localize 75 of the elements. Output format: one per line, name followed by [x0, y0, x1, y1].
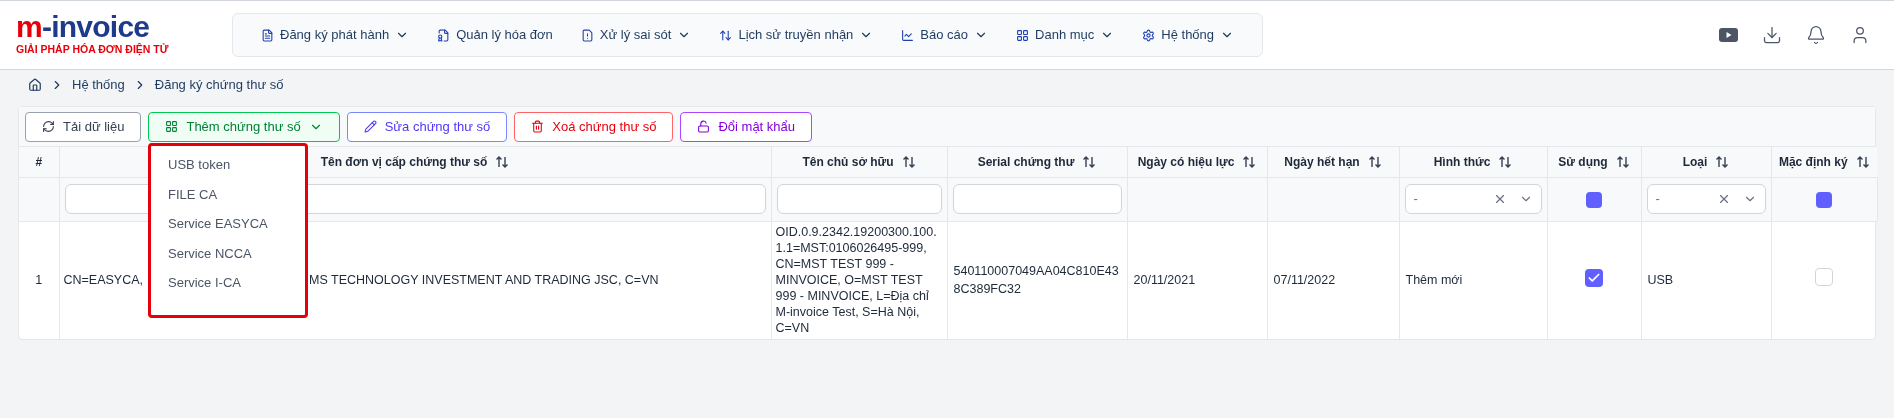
column-header[interactable]: Tên chủ sở hữu — [802, 153, 916, 171]
column-header[interactable]: Loại — [1682, 153, 1730, 171]
file-icon — [261, 28, 274, 42]
notification-icon[interactable] — [1806, 25, 1826, 45]
edit-certificate-button[interactable]: Sửa chứng thư số — [346, 111, 508, 142]
chart-icon — [901, 28, 915, 42]
menu-item[interactable]: Danh mục — [1004, 19, 1127, 51]
breadcrumb-item[interactable]: Đăng ký chứng thư số — [154, 75, 284, 95]
filter-dropdown[interactable]: - — [1646, 184, 1766, 214]
table-cell: 540110007049AA04C810E438C389FC32 — [953, 263, 1119, 297]
filter-checkbox[interactable] — [1816, 191, 1832, 208]
sort-icon[interactable] — [1242, 155, 1257, 169]
change-password-button[interactable]: Đổi mật khẩu — [680, 111, 813, 142]
column-header[interactable]: Sử dụng — [1558, 153, 1630, 171]
row-number: 1 — [35, 272, 43, 287]
filter-checkbox[interactable] — [1586, 191, 1602, 208]
settings-icon — [1142, 28, 1156, 42]
menu-item[interactable]: Đăng ký phát hành — [249, 19, 422, 51]
table-cell: 07/11/2022 — [1273, 272, 1336, 287]
menu-option[interactable]: FILE CA — [151, 179, 305, 209]
sort-icon[interactable] — [1082, 155, 1097, 169]
filter-field[interactable] — [776, 184, 942, 214]
logo-wordmark: m-invoice — [16, 12, 151, 43]
default-sign-checkbox[interactable] — [1815, 268, 1834, 287]
reload-button[interactable]: Tải dữ liệu — [25, 111, 142, 142]
sort-icon[interactable] — [1367, 155, 1382, 169]
menu-option[interactable]: Service EASYCA — [151, 209, 305, 239]
video-play-icon[interactable] — [1719, 28, 1738, 42]
download-icon[interactable] — [1762, 25, 1782, 45]
home-icon[interactable] — [28, 78, 42, 92]
sort-icon[interactable] — [1855, 155, 1870, 169]
logo-tagline: GIẢI PHÁP HÓA ĐƠN ĐIỆN TỬ — [16, 42, 170, 58]
in-use-checkbox[interactable] — [1585, 269, 1603, 288]
refresh-icon — [42, 120, 55, 133]
dropdown-value: - — [1413, 190, 1418, 209]
grid-icon — [1016, 28, 1030, 42]
filter-dropdown[interactable]: - — [1404, 184, 1542, 214]
table-cell-text: MS TECHNOLOGY INVESTMENT AND TRADING JSC, C=VN — [309, 271, 659, 289]
trash-icon — [531, 120, 545, 133]
column-header[interactable]: Ngày hết hạn — [1284, 153, 1382, 171]
menu-item[interactable]: Lịch sử truyền nhận — [707, 19, 886, 51]
lock-icon — [697, 120, 711, 133]
menu-item[interactable]: Hệ thống — [1130, 19, 1247, 51]
column-header[interactable]: Tên đơn vị cấp chứng thư số — [320, 153, 510, 171]
column-header[interactable]: # — [35, 153, 43, 171]
table-cell-text: CN=EASYCA, — [63, 271, 144, 289]
menu-item[interactable]: Xử lý sai sót — [568, 19, 704, 51]
table-cell: 20/11/2021 — [1133, 272, 1196, 287]
sort-icon[interactable] — [1715, 155, 1730, 169]
dropdown-value: - — [1655, 190, 1660, 209]
sort-icon[interactable] — [1498, 155, 1513, 169]
table-cell: Thêm mới — [1405, 272, 1463, 287]
filter-field[interactable] — [952, 184, 1122, 214]
menu-option[interactable]: Service I-CA — [151, 268, 305, 298]
column-header[interactable]: Mặc định ký — [1778, 153, 1870, 171]
column-header[interactable]: Serial chứng thư — [977, 153, 1097, 171]
breadcrumb-item[interactable]: Hệ thống — [72, 75, 125, 95]
menu-option[interactable]: USB token — [151, 150, 305, 180]
menu-option[interactable]: Service NCCA — [151, 238, 305, 268]
document-icon — [437, 28, 451, 42]
sort-icon[interactable] — [495, 155, 510, 169]
pencil-icon — [363, 120, 377, 133]
column-header[interactable]: Ngày có hiệu lực — [1137, 153, 1257, 171]
table-cell: OID.0.9.2342.19200300.100.1.1=MST:0106026495-999, CN=MST TEST 999 - MINVOICE, O=MST TEST 999 - MINVOICE, L=Địa chỉ M-invoice Test, S=Hà Nội, C=VN — [775, 225, 937, 336]
file-warning-icon — [580, 28, 594, 42]
delete-certificate-button[interactable]: Xoá chứng thư số — [514, 111, 674, 142]
table-cell: USB — [1647, 272, 1674, 287]
sort-icon[interactable] — [1615, 155, 1630, 169]
add-certificate-button[interactable]: Thêm chứng thư số — [148, 111, 340, 142]
menu-item[interactable]: Quản lý hóa đơn — [425, 19, 565, 51]
sort-icon — [719, 28, 733, 42]
column-header[interactable]: Hình thức — [1433, 153, 1513, 171]
sort-icon[interactable] — [901, 155, 916, 169]
menu-item[interactable]: Báo cáo — [889, 19, 1001, 51]
grid-icon — [165, 120, 179, 133]
